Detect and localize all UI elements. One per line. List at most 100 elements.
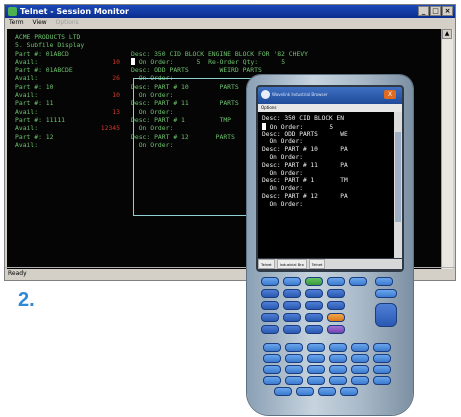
terminal-field-label: 5. Subfile Display — [15, 41, 85, 50]
terminal-field-label: Part #: 10 — [15, 82, 54, 91]
alpha-key[interactable] — [285, 365, 303, 374]
alpha-key[interactable] — [263, 376, 281, 385]
device-screen: Wavelink Industrial Browser X Options De… — [256, 85, 404, 272]
window-title: Telnet - Session Monitor — [20, 7, 129, 16]
terminal-avail-value: 12345 — [100, 124, 120, 133]
terminal-field-label: Part #: 12 — [15, 132, 54, 141]
device-titlebar: Wavelink Industrial Browser X — [258, 87, 402, 104]
alpha-key[interactable] — [263, 343, 281, 352]
alpha-key[interactable] — [285, 376, 303, 385]
alpha-key[interactable] — [351, 343, 369, 352]
device-menu-options[interactable]: Options — [261, 105, 276, 110]
terminal-field-label: Avail: — [15, 74, 39, 83]
terminal-field-label: Avail: — [15, 107, 39, 116]
device-menu-bar: Options — [258, 104, 402, 112]
keypad-key[interactable] — [327, 313, 345, 322]
scroll-up-icon[interactable]: ▲ — [442, 29, 452, 39]
taskbar-item-browser[interactable]: Industrial Bro — [276, 259, 307, 269]
terminal-avail-value: 26 — [112, 74, 120, 83]
terminal-avail-value: 13 — [112, 107, 120, 116]
device-terminal[interactable]: Desc: 350 CID BLOCK EN On Order: 5 Desc: … — [258, 112, 394, 258]
handheld-device: Wavelink Industrial Browser X Options De… — [247, 75, 413, 415]
terminal-field-label: Part #: 01ABCDE — [15, 66, 73, 75]
keypad-key[interactable] — [283, 289, 301, 298]
alpha-key[interactable] — [263, 365, 281, 374]
device-terminal-line: Desc: PART # 1 TM — [262, 177, 348, 185]
alpha-key[interactable] — [373, 376, 391, 385]
device-taskbar: Telnet Industrial Bro Telnet — [258, 259, 402, 269]
keypad-key[interactable] — [305, 301, 323, 310]
keypad-key[interactable] — [305, 313, 323, 322]
keypad-key[interactable] — [327, 301, 345, 310]
minimize-button[interactable]: _ — [418, 6, 429, 16]
alpha-key[interactable] — [373, 354, 391, 363]
menu-view[interactable]: View — [32, 19, 46, 26]
alpha-key[interactable] — [296, 387, 314, 396]
function-key[interactable] — [283, 277, 301, 286]
menu-term[interactable]: Term — [9, 19, 24, 26]
function-key[interactable] — [375, 277, 393, 286]
alpha-key[interactable] — [329, 343, 347, 352]
device-terminal-line: On Order: — [262, 153, 303, 161]
maximize-button[interactable]: □ — [430, 6, 441, 16]
alpha-key[interactable] — [285, 343, 303, 352]
alpha-key[interactable] — [329, 354, 347, 363]
wavelink-logo-icon — [261, 90, 270, 99]
device-terminal-line: Desc: PART # 11 PA — [262, 161, 348, 169]
device-terminal-line: On Order: — [262, 185, 303, 193]
taskbar-item-telnet[interactable]: Telnet — [258, 259, 275, 269]
device-close-button[interactable]: X — [384, 90, 396, 99]
device-terminal-line: On Order: — [262, 200, 303, 208]
keypad-key[interactable] — [261, 301, 279, 310]
alpha-key[interactable] — [329, 365, 347, 374]
app-icon — [8, 7, 17, 16]
device-terminal-line: Desc: ODD PARTS WE — [262, 130, 348, 138]
step-number: 2. — [18, 289, 35, 311]
keypad-key[interactable] — [327, 289, 345, 298]
keypad-key[interactable] — [283, 325, 301, 334]
alpha-key[interactable] — [340, 387, 358, 396]
alpha-key[interactable] — [285, 354, 303, 363]
keypad-key[interactable] — [261, 289, 279, 298]
alpha-key[interactable] — [351, 354, 369, 363]
alpha-key[interactable] — [351, 365, 369, 374]
keypad-key[interactable] — [283, 301, 301, 310]
taskbar-item-telnet-2[interactable]: Telnet — [308, 259, 326, 269]
alpha-key[interactable] — [263, 354, 281, 363]
terminal-avail-value: 10 — [112, 57, 120, 66]
terminal-field-label: Avail: — [15, 140, 39, 149]
alpha-key[interactable] — [307, 343, 325, 352]
alpha-key[interactable] — [373, 365, 391, 374]
keypad-key[interactable] — [261, 313, 279, 322]
terminal-cursor — [131, 57, 135, 65]
menu-bar: Term View Options — [5, 18, 455, 28]
return-key[interactable] — [375, 303, 397, 327]
function-key[interactable] — [261, 277, 279, 286]
keypad-key[interactable] — [261, 325, 279, 334]
terminal-scrollbar[interactable]: ▲ — [441, 29, 453, 269]
keypad-key[interactable] — [283, 313, 301, 322]
alpha-key[interactable] — [307, 376, 325, 385]
alpha-key[interactable] — [373, 343, 391, 352]
function-key[interactable] — [349, 277, 367, 286]
alpha-key[interactable] — [329, 376, 347, 385]
device-keypad — [247, 275, 413, 415]
terminal-field-value: On Order: 5 Re-Order Qty: 5 — [131, 57, 285, 66]
terminal-avail-value: 10 — [112, 91, 120, 100]
keypad-key[interactable] — [305, 289, 323, 298]
keypad-key[interactable] — [305, 325, 323, 334]
nav-key[interactable] — [375, 289, 397, 298]
alpha-key[interactable] — [307, 365, 325, 374]
close-button[interactable]: × — [442, 6, 453, 16]
function-key[interactable] — [305, 277, 323, 286]
alpha-key[interactable] — [307, 354, 325, 363]
alpha-key[interactable] — [318, 387, 336, 396]
function-key[interactable] — [327, 277, 345, 286]
device-scrollbar[interactable] — [394, 112, 402, 258]
device-scroll-thumb[interactable] — [395, 132, 401, 222]
window-titlebar[interactable]: Telnet - Session Monitor _ □ × — [5, 5, 455, 18]
keypad-key[interactable] — [327, 325, 345, 334]
alpha-key[interactable] — [351, 376, 369, 385]
menu-options[interactable]: Options — [56, 19, 79, 26]
alpha-key[interactable] — [274, 387, 292, 396]
